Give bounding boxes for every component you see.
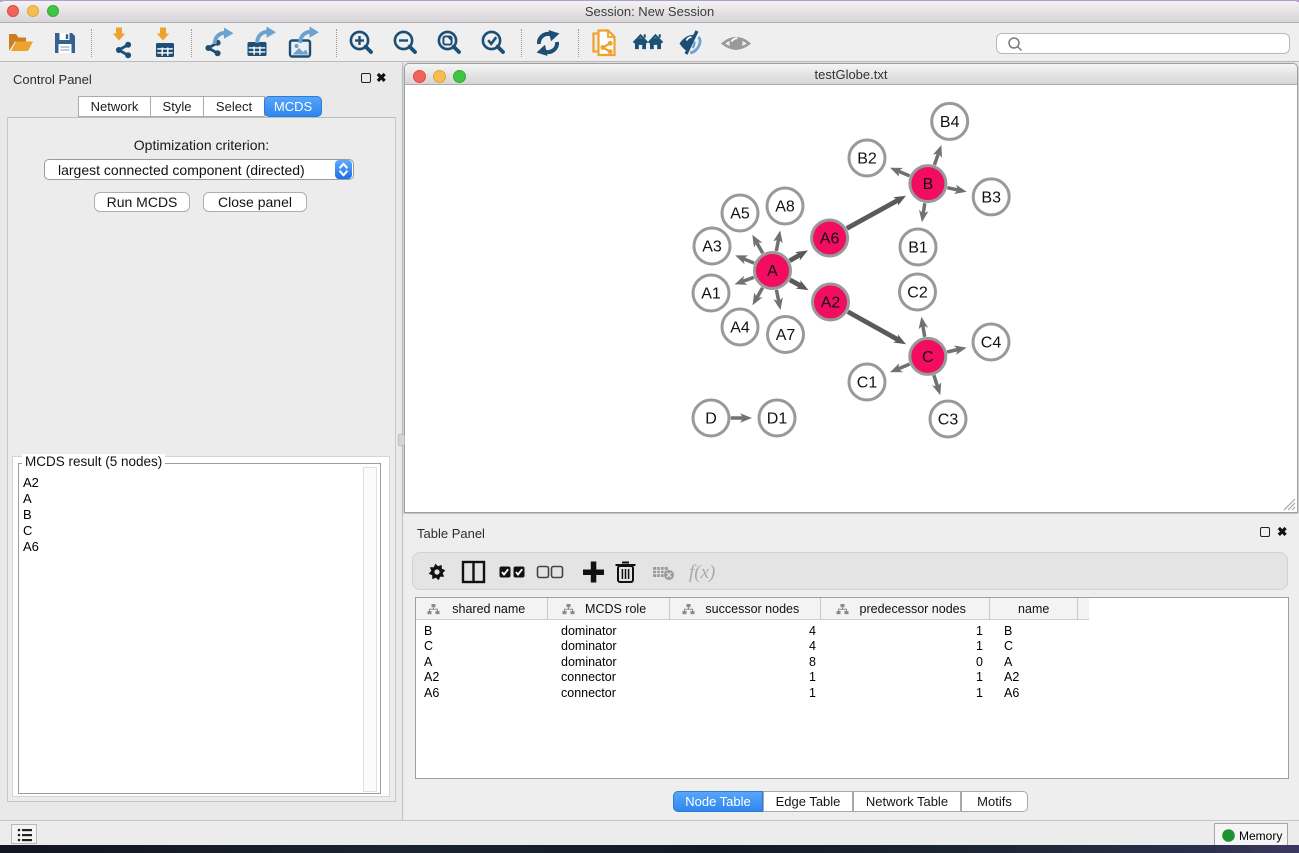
svg-text:A: A xyxy=(767,263,778,280)
svg-text:D: D xyxy=(705,411,717,428)
svg-text:B2: B2 xyxy=(857,151,877,168)
svg-text:C3: C3 xyxy=(938,412,959,429)
svg-text:A3: A3 xyxy=(702,239,722,256)
svg-text:A6: A6 xyxy=(820,231,840,248)
svg-text:B: B xyxy=(923,176,934,193)
svg-text:A8: A8 xyxy=(775,199,795,216)
svg-text:C: C xyxy=(922,349,934,366)
svg-text:A5: A5 xyxy=(730,206,750,223)
svg-text:A2: A2 xyxy=(821,295,841,312)
svg-text:C1: C1 xyxy=(857,375,878,392)
svg-text:D1: D1 xyxy=(767,411,788,428)
svg-text:C4: C4 xyxy=(981,335,1002,352)
svg-text:C2: C2 xyxy=(907,285,928,302)
svg-text:B1: B1 xyxy=(908,240,928,257)
svg-text:A1: A1 xyxy=(701,286,721,303)
svg-text:f(x): f(x) xyxy=(689,562,715,583)
svg-text:B4: B4 xyxy=(940,114,960,131)
svg-text:A4: A4 xyxy=(730,320,750,337)
svg-text:B3: B3 xyxy=(981,189,1001,206)
svg-text:A7: A7 xyxy=(776,327,796,344)
